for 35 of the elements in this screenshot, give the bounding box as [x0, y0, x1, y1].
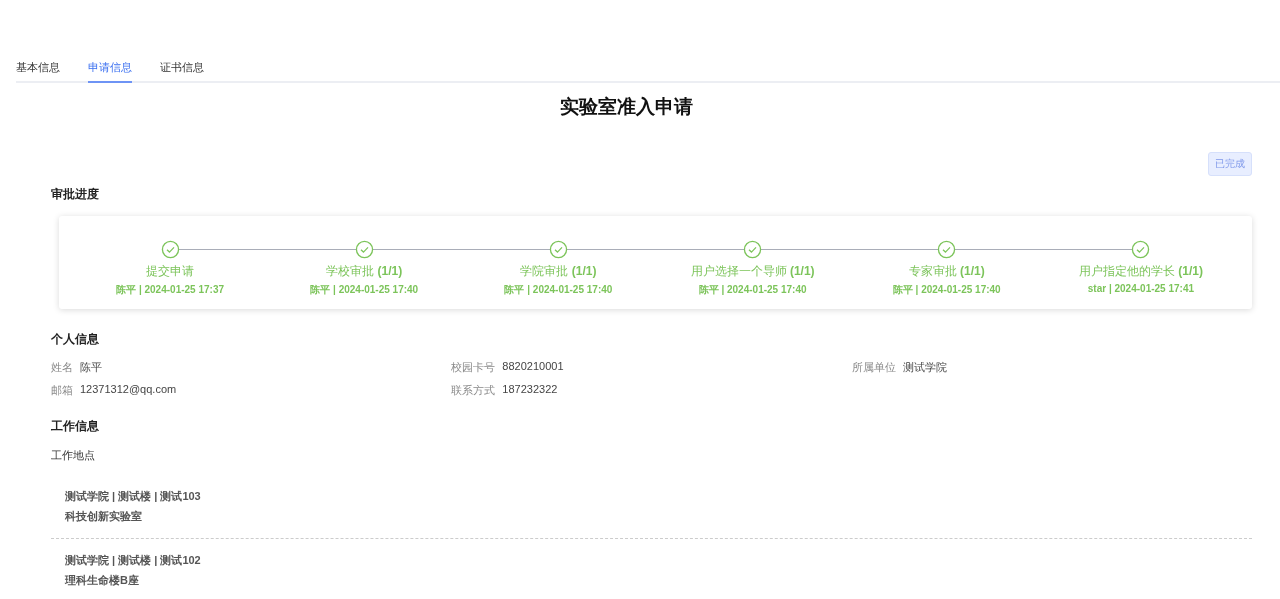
- location-name: 理科生命楼B座: [65, 573, 140, 588]
- tab[interactable]: 证书信息: [160, 56, 204, 83]
- field-label: 所属单位: [851, 360, 896, 375]
- step-title: 学校审批 (1/1): [326, 263, 403, 280]
- field-value: 8820210001: [502, 360, 564, 374]
- field-label: 校园卡号: [451, 360, 496, 375]
- step-meta: 陈平 | 2024-01-25 17:40: [892, 283, 1001, 297]
- section-heading: 审批进度: [51, 186, 100, 203]
- tab[interactable]: 申请信息: [88, 56, 132, 83]
- field-label: 联系方式: [451, 383, 496, 398]
- step-title: 用户选择一个导师 (1/1): [690, 263, 815, 280]
- page-title: 实验室准入申请: [558, 95, 694, 119]
- step-meta: 陈平 | 2024-01-25 17:40: [698, 283, 807, 297]
- location-path: 测试学院 | 测试楼 | 测试103: [65, 489, 202, 504]
- subheading: 工作地点: [51, 448, 96, 463]
- step-meta: 陈平 | 2024-01-25 17:40: [310, 283, 419, 297]
- step-title: 用户指定他的学长 (1/1): [1078, 263, 1203, 280]
- section-heading: 工作信息: [51, 418, 100, 435]
- step-title: 专家审批 (1/1): [908, 263, 985, 280]
- field-value: 12371312@qq.com: [80, 383, 177, 397]
- field-value: 187232322: [502, 383, 558, 397]
- location-path: 测试学院 | 测试楼 | 测试102: [65, 553, 202, 568]
- field-label: 邮箱: [51, 383, 73, 398]
- tab[interactable]: 基本信息: [16, 56, 60, 83]
- step-title: 学院审批 (1/1): [520, 263, 597, 280]
- field-value: 陈平: [80, 360, 102, 375]
- step-meta: 陈平 | 2024-01-25 17:37: [116, 283, 224, 297]
- status-badge: 已完成: [1208, 152, 1252, 176]
- location-name: 科技创新实验室: [65, 509, 143, 524]
- step-meta: star | 2024-01-25 17:41: [1087, 283, 1194, 294]
- section-heading: 个人信息: [51, 331, 100, 348]
- field-value: 测试学院: [902, 360, 947, 375]
- step-title: 提交申请: [146, 263, 195, 280]
- step-meta: 陈平 | 2024-01-25 17:40: [504, 283, 613, 297]
- field-label: 姓名: [51, 360, 73, 375]
